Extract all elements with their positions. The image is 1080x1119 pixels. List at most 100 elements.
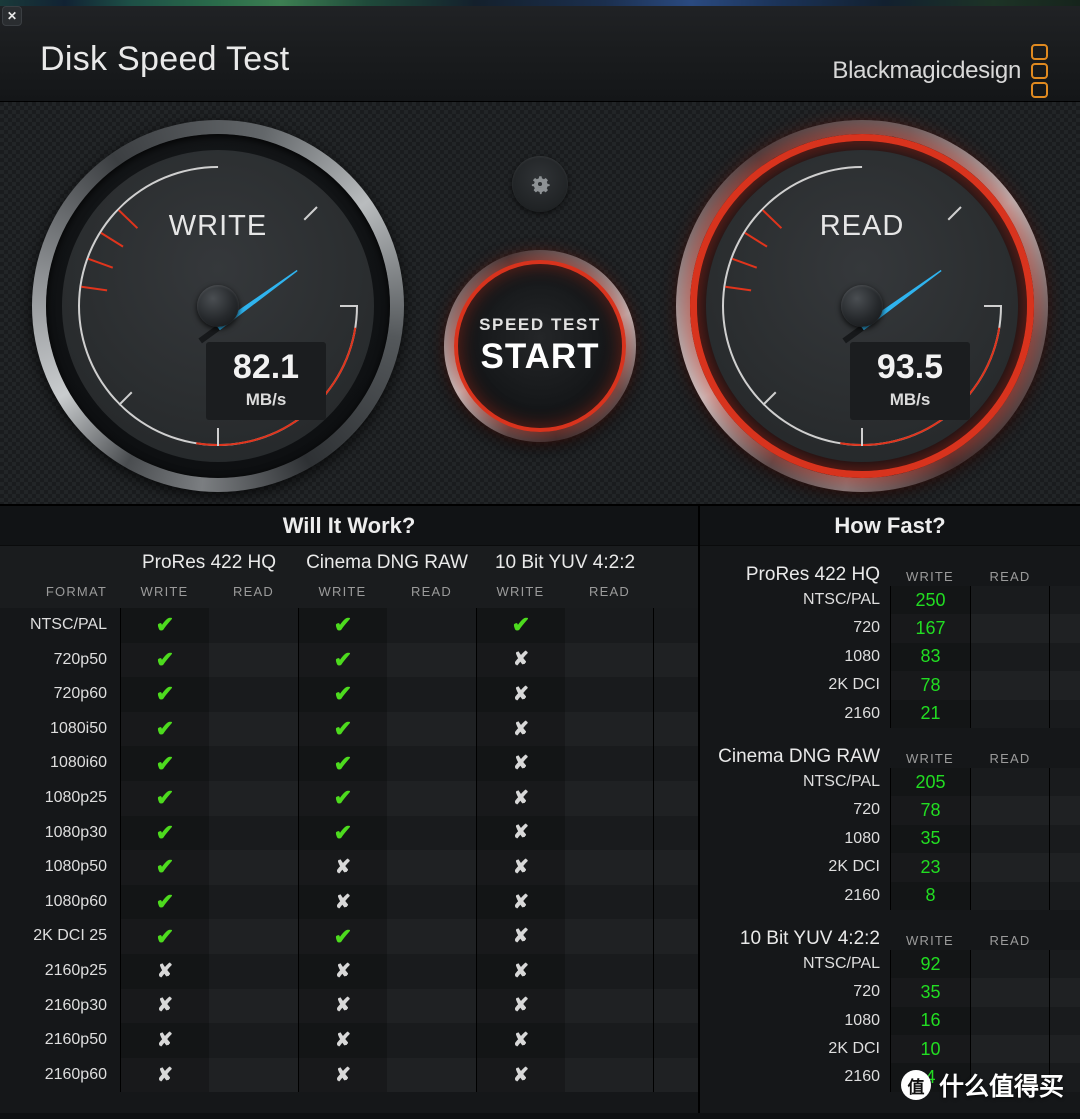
how-fast-read-value (970, 614, 1050, 643)
write-gauge-label: WRITE (168, 210, 268, 242)
start-speed-test-button[interactable]: SPEED TEST START (444, 250, 636, 442)
read-gauge-hub (841, 285, 883, 327)
empty-cell (387, 1058, 476, 1093)
how-fast-read-value (970, 586, 1050, 615)
list-item: 2160 21 (700, 699, 1080, 728)
how-fast-write-header: WRITE (906, 750, 954, 766)
check-icon: ✔ (333, 612, 353, 638)
check-icon: ✔ (511, 612, 531, 638)
will-it-work-header-row: FORMAT ProRes 422 HQ WRITE READ Cinema DNG R… (0, 546, 698, 608)
support-mark-cell: ✔ (298, 608, 387, 643)
support-mark-cell: ✘ (476, 642, 565, 678)
check-icon: ✔ (155, 785, 175, 811)
format-label: 720p60 (0, 677, 120, 712)
support-mark-cell: ✔ (298, 815, 387, 851)
empty-cell (565, 746, 654, 781)
empty-cell (565, 677, 654, 712)
how-fast-write-value: 21 (890, 699, 970, 728)
support-mark-cell: ✔ (298, 919, 387, 954)
check-icon: ✔ (155, 889, 175, 915)
support-mark-cell: ✘ (298, 884, 387, 920)
page-title: Disk Speed Test (40, 40, 290, 78)
cross-icon: ✘ (513, 787, 529, 809)
cross-icon: ✘ (157, 1064, 173, 1086)
start-button-inner[interactable]: SPEED TEST START (454, 260, 626, 432)
empty-cell (209, 954, 298, 989)
list-item: 2K DCI 23 (700, 853, 1080, 882)
cross-icon: ✘ (513, 1064, 529, 1086)
check-icon: ✔ (333, 785, 353, 811)
format-column-header: FORMAT (45, 584, 107, 599)
empty-cell (565, 953, 654, 989)
cross-icon: ✘ (335, 856, 351, 878)
table-row: 2160p25 ✘ ✘ ✘ (0, 953, 698, 989)
gear-icon[interactable] (512, 156, 568, 212)
how-fast-codec-name: 10 Bit YUV 4:2:2 (739, 927, 880, 949)
empty-cell (387, 850, 476, 885)
cross-icon: ✘ (513, 683, 529, 705)
how-fast-read-value (970, 671, 1050, 700)
check-icon: ✔ (333, 923, 353, 949)
how-fast-format-label: 1080 (700, 1006, 890, 1036)
support-mark-cell: ✔ (298, 780, 387, 816)
how-fast-read-value (970, 1006, 1050, 1036)
how-fast-write-value: 35 (890, 978, 970, 1007)
support-mark-cell: ✘ (476, 780, 565, 816)
brand-name: Blackmagicdesign (832, 57, 1021, 84)
cross-icon: ✘ (157, 1029, 173, 1051)
table-row: 2160p30 ✘ ✘ ✘ (0, 988, 698, 1024)
format-label: NTSC/PAL (0, 608, 120, 643)
how-fast-write-header: WRITE (906, 932, 954, 948)
support-mark-cell: ✘ (298, 1023, 387, 1058)
how-fast-read-value (970, 853, 1050, 882)
how-fast-write-value: 23 (890, 853, 970, 882)
support-mark-cell: ✔ (476, 608, 565, 643)
how-fast-read-value (970, 642, 1050, 672)
write-gauge: WRITE 82.1 MB/s (32, 120, 404, 492)
how-fast-format-label: NTSC/PAL (700, 767, 890, 797)
how-fast-format-label: NTSC/PAL (700, 586, 890, 615)
check-icon: ✔ (333, 819, 353, 845)
list-item: 1080 83 (700, 642, 1080, 672)
support-mark-cell: ✘ (298, 850, 387, 885)
empty-cell (209, 850, 298, 885)
support-mark-cell: ✘ (476, 711, 565, 747)
how-fast-write-value: 167 (890, 614, 970, 643)
how-fast-write-value: 92 (890, 949, 970, 979)
empty-cell (565, 1023, 654, 1058)
how-fast-format-label: 720 (700, 978, 890, 1007)
table-row: 1080p25 ✔ ✔ ✘ (0, 780, 698, 816)
cross-icon: ✘ (513, 1029, 529, 1051)
empty-cell (387, 989, 476, 1024)
how-fast-format-label: 720 (700, 796, 890, 825)
empty-cell (387, 643, 476, 678)
table-row: 1080p30 ✔ ✔ ✘ (0, 815, 698, 851)
format-label: 2160p60 (0, 1057, 120, 1093)
format-label: 1080p50 (0, 850, 120, 885)
support-mark-cell: ✔ (120, 919, 209, 954)
cross-icon: ✘ (335, 891, 351, 913)
list-item: 2K DCI 78 (700, 671, 1080, 700)
empty-cell (565, 608, 654, 643)
how-fast-codec-name: ProRes 422 HQ (745, 564, 880, 585)
how-fast-read-header: READ (989, 750, 1031, 766)
close-window-button[interactable]: ✕ (2, 6, 22, 26)
table-row: NTSC/PAL ✔ ✔ ✔ (0, 608, 698, 643)
cross-icon: ✘ (335, 1029, 351, 1051)
how-fast-group: 10 Bit YUV 4:2:2 WRITE READ NTSC/PAL 92 720 35… (700, 912, 1080, 1092)
brand-logo: Blackmagicdesign (832, 44, 1048, 98)
how-fast-write-value: 8 (890, 881, 970, 910)
disk-speed-test-window: Disk Speed Test Blackmagicdesign WRITE 8… (0, 6, 1080, 1119)
how-fast-format-label: 1080 (700, 824, 890, 854)
cross-icon: ✘ (513, 926, 529, 948)
empty-cell (209, 816, 298, 851)
how-fast-read-value (970, 824, 1050, 854)
check-icon: ✔ (155, 646, 175, 672)
cross-icon: ✘ (335, 960, 351, 982)
support-mark-cell: ✔ (120, 642, 209, 678)
start-button-label: START (480, 337, 600, 376)
support-mark-cell: ✘ (476, 850, 565, 885)
cross-icon: ✘ (335, 995, 351, 1017)
table-row: 2160p50 ✘ ✘ ✘ (0, 1023, 698, 1058)
empty-cell (209, 1023, 298, 1058)
